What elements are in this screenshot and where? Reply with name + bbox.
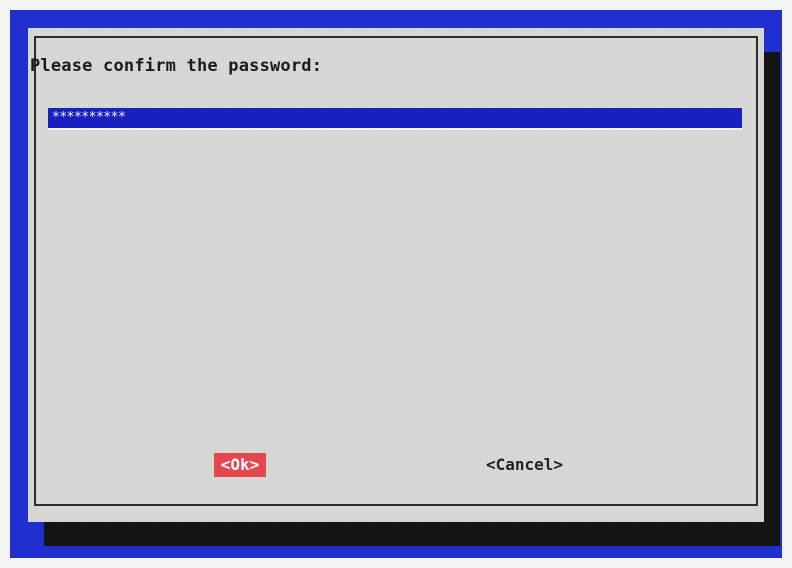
password-input[interactable]: ********** (48, 108, 742, 130)
password-confirm-dialog (28, 28, 764, 522)
cancel-button[interactable]: <Cancel> (486, 453, 563, 477)
dialog-frame (34, 36, 758, 506)
password-mask: ********** (52, 110, 126, 125)
ok-button[interactable]: <Ok> (214, 453, 266, 477)
confirm-password-label: Please confirm the password: (30, 56, 323, 76)
